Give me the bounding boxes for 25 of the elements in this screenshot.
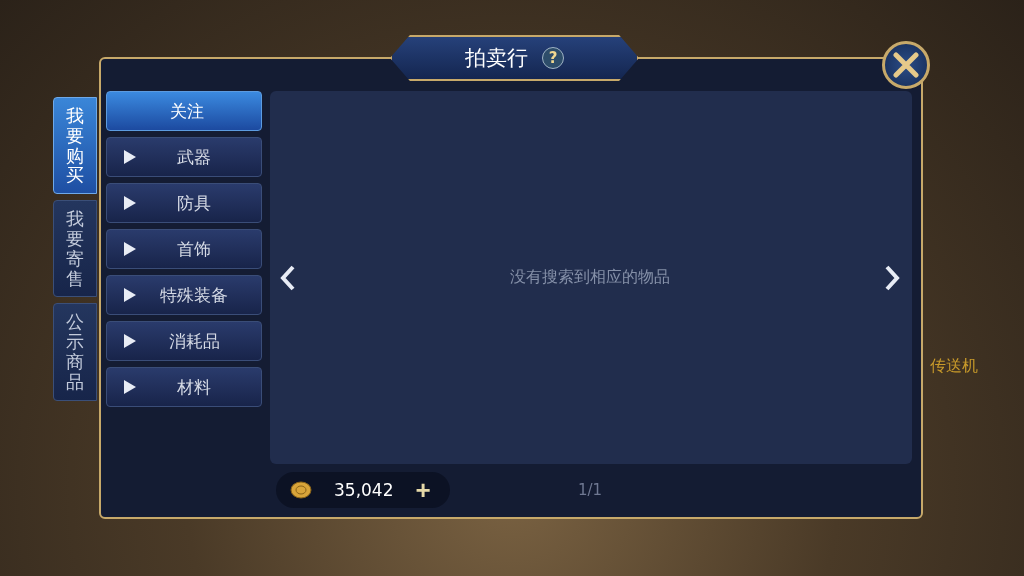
add-button[interactable]: + xyxy=(415,477,431,503)
side-tab[interactable]: 我要购买 xyxy=(53,97,97,195)
help-button[interactable]: ? xyxy=(542,47,564,69)
scene-label: 传送机 xyxy=(930,356,978,377)
category-button[interactable]: 关注 xyxy=(106,91,262,131)
currency-amount: 35,042 xyxy=(334,480,394,500)
side-tab[interactable]: 公示商品 xyxy=(53,303,97,401)
triangle-icon xyxy=(123,241,137,257)
side-tab[interactable]: 我要寄售 xyxy=(53,200,97,298)
category-button[interactable]: 武器 xyxy=(106,137,262,177)
triangle-icon xyxy=(123,195,137,211)
triangle-icon xyxy=(123,149,137,165)
empty-message: 没有搜索到相应的物品 xyxy=(510,267,670,288)
triangle-icon xyxy=(123,287,137,303)
coin-icon xyxy=(290,480,312,500)
category-button[interactable]: 特殊装备 xyxy=(106,275,262,315)
window-title: 拍卖行 xyxy=(465,45,528,72)
category-button[interactable]: 首饰 xyxy=(106,229,262,269)
page-indicator: 1/1 xyxy=(578,481,603,499)
category-button[interactable]: 防具 xyxy=(106,183,262,223)
triangle-icon xyxy=(123,379,137,395)
close-icon xyxy=(893,52,919,78)
category-button[interactable]: 材料 xyxy=(106,367,262,407)
category-button[interactable]: 消耗品 xyxy=(106,321,262,361)
triangle-icon xyxy=(123,333,137,349)
